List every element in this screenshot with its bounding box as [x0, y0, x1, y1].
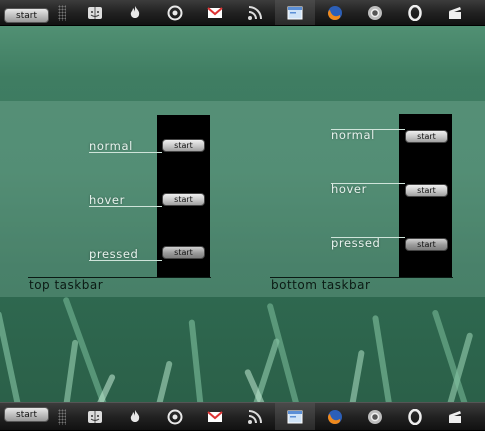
- flame-icon[interactable]: [115, 403, 155, 430]
- rss-icon[interactable]: [235, 403, 275, 430]
- caption-top-taskbar: top taskbar: [29, 278, 104, 292]
- taskbar-grip[interactable]: [58, 5, 66, 21]
- start-button-hover: start: [405, 184, 448, 197]
- start-button[interactable]: start: [4, 8, 49, 23]
- bottom-taskbar: start: [0, 402, 485, 431]
- chrome-icon[interactable]: [355, 403, 395, 430]
- taskbar-grip[interactable]: [58, 409, 66, 425]
- leader-line: [89, 260, 162, 261]
- start-button[interactable]: start: [4, 407, 49, 422]
- opera-icon[interactable]: [395, 0, 435, 25]
- gmail-icon[interactable]: [195, 403, 235, 430]
- window-icon[interactable]: [275, 0, 315, 25]
- firefox-icon[interactable]: [315, 0, 355, 25]
- state-label-pressed: pressed: [89, 247, 139, 261]
- leader-line: [331, 237, 405, 238]
- state-label-normal: normal: [89, 139, 133, 153]
- state-label-hover: hover: [89, 193, 125, 207]
- start-button-normal: start: [162, 139, 205, 152]
- top-taskbar: start: [0, 0, 485, 26]
- gmail-icon[interactable]: [195, 0, 235, 25]
- clapper-icon[interactable]: [435, 0, 475, 25]
- state-label-normal: normal: [331, 128, 375, 142]
- swirl-icon[interactable]: [155, 0, 195, 25]
- state-label-hover: hover: [331, 182, 367, 196]
- finder-icon[interactable]: [75, 0, 115, 25]
- swirl-icon[interactable]: [155, 403, 195, 430]
- caption-bottom-taskbar: bottom taskbar: [271, 278, 371, 292]
- chrome-icon[interactable]: [355, 0, 395, 25]
- start-button-pressed: start: [405, 238, 448, 251]
- state-label-pressed: pressed: [331, 236, 381, 250]
- opera-icon[interactable]: [395, 403, 435, 430]
- rss-icon[interactable]: [235, 0, 275, 25]
- start-button-pressed: start: [162, 246, 205, 259]
- leader-line: [89, 206, 162, 207]
- leader-line: [331, 129, 405, 130]
- start-button-normal: start: [405, 130, 448, 143]
- leader-line: [89, 152, 162, 153]
- clapper-icon[interactable]: [435, 403, 475, 430]
- finder-icon[interactable]: [75, 403, 115, 430]
- flame-icon[interactable]: [115, 0, 155, 25]
- window-icon[interactable]: [275, 403, 315, 430]
- leader-line: [331, 183, 405, 184]
- firefox-icon[interactable]: [315, 403, 355, 430]
- start-button-hover: start: [162, 193, 205, 206]
